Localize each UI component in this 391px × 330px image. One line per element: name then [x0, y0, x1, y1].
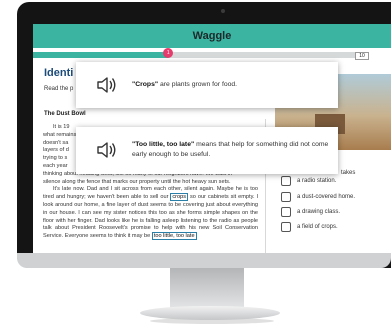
popup-definition: "Too little, too late" means that help f… — [132, 140, 330, 160]
answer-label: a radio station. — [297, 178, 337, 184]
progress-marker[interactable]: 1 — [163, 48, 174, 58]
answer-checkbox[interactable] — [281, 192, 291, 202]
passage-paragraph: It's late now. Dad and I sit across from… — [43, 186, 258, 241]
answer-option[interactable]: a dust-covered home. — [281, 192, 355, 202]
popup-definition: "Crops" are plants grown for food. — [132, 80, 332, 90]
progress-fill — [33, 52, 169, 58]
popup-definition-text: are plants grown for food. — [158, 81, 238, 88]
monitor-stand-neck — [170, 268, 244, 308]
definition-popup-too-little-too-late: "Too little, too late" means that help f… — [76, 127, 338, 174]
passage-title: The Dust Bowl — [44, 111, 86, 117]
popup-term: "Crops" — [132, 81, 159, 88]
speaker-icon[interactable] — [96, 140, 118, 165]
monitor-stand-base — [140, 306, 280, 320]
webcam — [221, 9, 225, 13]
app-title: Waggle — [192, 30, 232, 42]
definition-popup-crops: "Crops" are plants grown for food. — [76, 62, 338, 108]
passage-line: silence along the fence that marks our p… — [43, 178, 231, 185]
answer-label: a field of crops. — [297, 224, 338, 230]
monitor-chin — [17, 253, 391, 268]
answer-checkbox[interactable] — [281, 176, 291, 186]
progress-bar: 1 — [33, 48, 355, 58]
popup-term: "Too little, too late" — [132, 141, 195, 148]
lesson-instructions: Read the p — [44, 86, 74, 92]
answer-option[interactable]: a radio station. — [281, 176, 336, 186]
answer-option[interactable]: a field of crops. — [281, 222, 338, 232]
answer-label: a dust-covered home. — [297, 194, 356, 200]
answer-checkbox[interactable] — [281, 207, 291, 217]
page-count: 10 — [355, 52, 369, 60]
lesson-heading: Identi — [44, 67, 74, 79]
app: Waggle 1 10 Identi Read the p The Dust B… — [33, 24, 391, 254]
question-fragment: takes — [341, 170, 356, 176]
app-header: Waggle — [33, 24, 391, 48]
answer-option[interactable]: a drawing class. — [281, 207, 340, 217]
answer-label: a drawing class. — [297, 209, 341, 215]
speaker-icon[interactable] — [96, 75, 118, 100]
answer-checkbox[interactable] — [281, 222, 291, 232]
passage-text-run: so our cabinets sit empty. I look around… — [43, 194, 259, 240]
screen: Waggle 1 10 Identi Read the p The Dust B… — [33, 24, 391, 254]
vocab-phrase-too-little-too-late[interactable]: too little, too late — [151, 232, 197, 241]
vocab-word-crops[interactable]: crops — [170, 193, 189, 202]
